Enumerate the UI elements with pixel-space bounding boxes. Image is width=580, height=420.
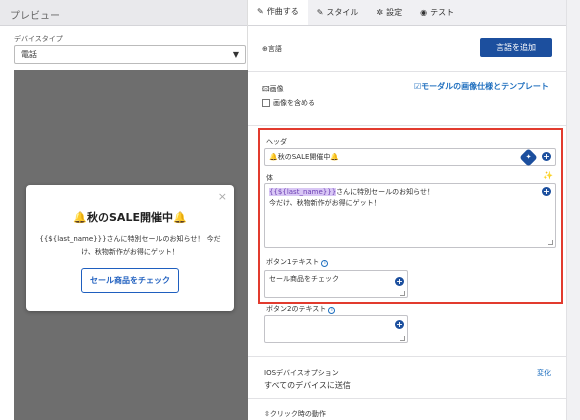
click-action-label: ⇳クリック時の動作 bbox=[264, 410, 326, 418]
info-icon[interactable]: i bbox=[328, 307, 336, 314]
ai-assist-icon[interactable]: ✦ bbox=[519, 148, 538, 167]
image-spec-link[interactable]: ☑モーダルの画像仕様とテンプレート bbox=[414, 81, 549, 92]
button1-input[interactable]: セール商品をチェック bbox=[264, 270, 408, 298]
personalization-token: {{${last_name}}} bbox=[269, 188, 337, 196]
tab-label: 設定 bbox=[386, 8, 403, 17]
divider bbox=[248, 356, 566, 357]
phone-preview: × 🔔秋のSALE開催中🔔 {{${last_name}}}さんに特別セールのお… bbox=[14, 70, 248, 420]
add-personalization-icon[interactable]: + bbox=[395, 320, 404, 329]
button1-label: ボタン1テキスト i bbox=[266, 257, 329, 267]
tab-style[interactable]: ✎ スタイル bbox=[308, 0, 368, 25]
language-label: ⊕言語 bbox=[262, 45, 282, 53]
button1-value: セール商品をチェック bbox=[269, 275, 339, 283]
ios-options-title: IOSデバイスオプション bbox=[264, 369, 339, 377]
button2-label-text: ボタン2のテキスト bbox=[266, 305, 327, 313]
pen-icon: ✎ bbox=[257, 7, 264, 16]
brush-icon: ✎ bbox=[316, 8, 324, 17]
magic-wand-icon[interactable]: ✨ bbox=[543, 171, 553, 180]
modal-cta-button[interactable]: セール商品をチェック bbox=[81, 268, 179, 293]
close-icon[interactable]: × bbox=[218, 190, 227, 203]
header-input[interactable]: 🔔秋のSALE開催中🔔 bbox=[264, 148, 556, 166]
preview-panel: プレビュー デバイスタイプ 電話 ▼ × 🔔秋のSALE開催中🔔 {{${las… bbox=[0, 0, 248, 420]
eye-icon: ◉ bbox=[420, 8, 428, 17]
header-input-value: 🔔秋のSALE開催中🔔 bbox=[269, 153, 340, 161]
button2-label: ボタン2のテキスト i bbox=[266, 304, 336, 314]
add-personalization-icon[interactable]: + bbox=[542, 187, 551, 196]
body-field-label: 体 bbox=[266, 174, 273, 182]
tab-settings[interactable]: ✲ 設定 bbox=[367, 0, 411, 25]
ios-options-value: すべてのデバイスに送信 bbox=[264, 381, 351, 390]
button1-label-text: ボタン1テキスト bbox=[266, 258, 320, 266]
body-line1: さんに特別セールのお知らせ！ bbox=[336, 188, 435, 196]
device-type-label: デバイスタイプ bbox=[14, 35, 63, 43]
tab-compose[interactable]: ✎ 作曲する bbox=[248, 0, 308, 25]
divider bbox=[248, 398, 566, 399]
tab-test[interactable]: ◉ テスト bbox=[411, 0, 463, 25]
button2-input[interactable] bbox=[264, 315, 408, 343]
preview-header: プレビュー bbox=[0, 0, 247, 26]
add-personalization-icon[interactable]: + bbox=[395, 277, 404, 286]
include-image-label: 画像を含める bbox=[273, 99, 315, 107]
modal-body: {{${last_name}}}さんに特別セールのお知らせ！ 今だけ、秋物新作が… bbox=[39, 235, 221, 256]
tab-label: スタイル bbox=[326, 8, 359, 17]
info-icon[interactable]: i bbox=[321, 260, 329, 267]
editor-tabs: ✎ 作曲する ✎ スタイル ✲ 設定 ◉ テスト bbox=[248, 0, 566, 26]
scrollbar[interactable] bbox=[566, 0, 580, 420]
device-type-select[interactable]: 電話 ▼ bbox=[14, 45, 246, 64]
include-image-checkbox[interactable]: 画像を含める bbox=[262, 98, 315, 108]
ios-change-link[interactable]: 変化 bbox=[537, 368, 551, 378]
modal-preview: × 🔔秋のSALE開催中🔔 {{${last_name}}}さんに特別セールのお… bbox=[26, 185, 234, 311]
add-language-button[interactable]: 言語を追加 bbox=[480, 38, 552, 57]
body-line2: 今だけ、秋物新作がお得にゲット！ bbox=[269, 199, 381, 207]
image-label: 🖾画像 bbox=[262, 85, 284, 93]
resize-handle-icon[interactable] bbox=[400, 291, 405, 296]
tab-label: 作曲する bbox=[266, 7, 299, 16]
header-field-label: ヘッダ bbox=[266, 138, 287, 146]
checkbox-icon[interactable] bbox=[262, 99, 270, 107]
chevron-down-icon: ▼ bbox=[232, 50, 239, 59]
resize-handle-icon[interactable] bbox=[548, 240, 553, 245]
tab-label: テスト bbox=[430, 8, 455, 17]
body-textarea[interactable]: {{${last_name}}}さんに特別セールのお知らせ！ 今だけ、秋物新作が… bbox=[264, 183, 556, 248]
resize-handle-icon[interactable] bbox=[400, 336, 405, 341]
gear-icon: ✲ bbox=[376, 8, 384, 17]
device-type-value: 電話 bbox=[21, 50, 37, 59]
modal-title: 🔔秋のSALE開催中🔔 bbox=[73, 211, 187, 224]
add-personalization-icon[interactable]: + bbox=[542, 152, 551, 161]
